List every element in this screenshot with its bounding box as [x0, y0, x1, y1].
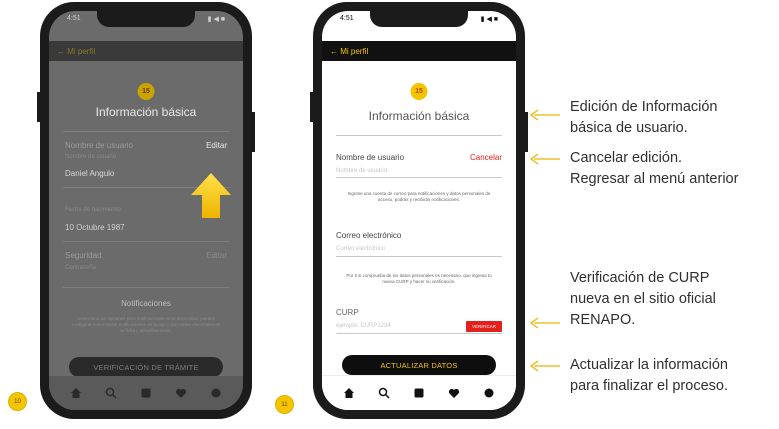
input-underline: [336, 177, 502, 178]
status-time: 4:51: [67, 15, 81, 22]
update-data-button[interactable]: ACTUALIZAR DATOS: [342, 355, 496, 375]
annotation-line: Edición de Información: [570, 99, 718, 115]
profile-icon[interactable]: [209, 386, 223, 400]
back-link[interactable]: ← Mi perfil: [330, 47, 368, 56]
profile-icon[interactable]: [482, 386, 496, 400]
username-label: Nombre de usuario: [336, 153, 405, 162]
screen-right: 4:51 ▮ ◀ ■ ← Mi perfil 15 Información bá…: [322, 11, 516, 410]
home-icon[interactable]: [342, 386, 356, 400]
step-badge-left: 10: [8, 392, 27, 411]
email-input[interactable]: Correo electrónico: [336, 246, 385, 252]
verify-button[interactable]: VERIFICAR: [466, 321, 502, 332]
divider: [63, 131, 229, 132]
annotation-line: Verificación de CURP: [570, 270, 710, 286]
bottom-nav: [49, 376, 243, 410]
input-underline: [336, 333, 502, 334]
annotation-line: Cancelar edición.: [570, 150, 683, 166]
back-bar[interactable]: ← Mi perfil: [49, 41, 243, 61]
search-icon[interactable]: [377, 386, 391, 400]
notch: [97, 11, 195, 27]
annotation-cancel: Cancelar edición. Regresar al menú anter…: [570, 148, 738, 190]
bottom-nav: [322, 375, 516, 410]
status-icons: ▮ ◀ ■: [480, 16, 498, 23]
security-sub: Contraseña: [65, 265, 97, 271]
arrow-left-icon: [529, 109, 560, 121]
notifications-title: Notificaciones: [121, 299, 171, 308]
annotation-line: para finalizar el proceso.: [570, 378, 728, 394]
divider: [63, 241, 229, 242]
heart-icon[interactable]: [174, 386, 188, 400]
arrow-left-icon: [529, 317, 560, 329]
username-input[interactable]: Nombre de usuario: [336, 168, 387, 174]
annotation-edit-info: Edición de Información básica de usuario…: [570, 97, 718, 139]
heart-icon[interactable]: [447, 386, 461, 400]
document-icon[interactable]: [412, 386, 426, 400]
email-label: Correo electrónico: [336, 231, 402, 240]
back-bar[interactable]: ← Mi perfil: [322, 41, 516, 61]
divider: [336, 135, 502, 136]
verification-button[interactable]: VERIFICACIÓN DE TRÁMITE: [69, 357, 223, 377]
edit-button[interactable]: Editar: [206, 141, 227, 150]
power-button: [252, 112, 255, 152]
email-help: Por ti si comprueba de los datos persona…: [346, 273, 492, 284]
status-icons: ▮ ◀ ■: [207, 16, 225, 23]
arrow-up-icon: [191, 173, 231, 218]
username-sub: Nombre de usuario: [65, 154, 117, 160]
back-link[interactable]: ← Mi perfil: [57, 47, 95, 56]
curp-input[interactable]: ejemplo: CURP1234: [336, 323, 391, 329]
screen-left: 4:51 ▮ ◀ ■ ← Mi perfil 15 Información bá…: [49, 11, 243, 410]
arrow-left-icon: [529, 153, 560, 165]
notch: [370, 11, 468, 27]
status-time: 4:51: [340, 15, 354, 22]
phone-right: 4:51 ▮ ◀ ■ ← Mi perfil 15 Información bá…: [310, 2, 528, 419]
arrow-left-icon: [529, 360, 560, 372]
curp-label: CURP: [336, 308, 359, 317]
document-icon[interactable]: [139, 386, 153, 400]
notifications-text: Selecciona las opciones para notificacio…: [71, 316, 221, 333]
volume-button: [37, 92, 40, 122]
section-badge: 15: [137, 83, 155, 100]
home-icon[interactable]: [69, 386, 83, 400]
annotation-line: nueva en el sitio oficial: [570, 291, 716, 307]
section-badge: 15: [410, 83, 428, 100]
annotation-line: básica de usuario.: [570, 120, 688, 136]
birth-value: 10 Octubre 1987: [65, 223, 125, 232]
annotation-line: RENAPO.: [570, 312, 636, 328]
search-icon[interactable]: [104, 386, 118, 400]
security-label: Seguridad: [65, 251, 102, 260]
username-help: Ingrese una cuenta de correo para notifi…: [347, 191, 491, 202]
security-edit-button[interactable]: Editar: [206, 251, 227, 260]
annotation-line: Regresar al menú anterior: [570, 171, 739, 187]
username-label: Nombre de usuario: [65, 141, 134, 150]
input-underline: [336, 256, 502, 257]
annotation-curp: Verificación de CURP nueva en el sitio o…: [570, 268, 716, 331]
volume-button: [310, 92, 313, 122]
username-value: Daniel Angulo: [65, 169, 115, 178]
phone-left: 4:51 ▮ ◀ ■ ← Mi perfil 15 Información bá…: [37, 2, 255, 419]
cancel-button[interactable]: Cancelar: [470, 153, 502, 162]
page-title: Información básica: [95, 105, 197, 119]
annotation-update: Actualizar la información para finalizar…: [570, 355, 728, 397]
divider: [63, 287, 229, 288]
step-badge-right: 11: [275, 395, 294, 414]
annotation-line: Actualizar la información: [570, 357, 728, 373]
birth-label: Fecha de nacimiento: [65, 207, 121, 213]
page-title: Información básica: [368, 109, 470, 123]
